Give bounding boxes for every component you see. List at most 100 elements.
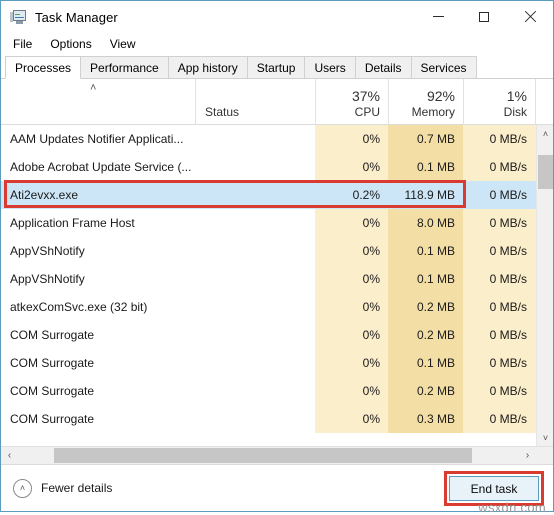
menu-item-options[interactable]: Options [45, 35, 99, 53]
process-rows: AAM Updates Notifier Applicati... 0% 0.7 M… [1, 125, 536, 446]
process-status [195, 321, 315, 349]
column-header-memory[interactable]: 92% Memory [388, 79, 463, 124]
process-status [195, 265, 315, 293]
scroll-right-icon[interactable]: › [519, 447, 536, 464]
process-cpu: 0% [315, 209, 388, 237]
tab-details[interactable]: Details [354, 56, 412, 78]
maximize-icon [479, 11, 489, 22]
process-name: COM Surrogate [10, 328, 95, 342]
process-name: Ati2evxx.exe [10, 188, 79, 202]
process-cpu: 0% [315, 153, 388, 181]
table-row[interactable]: COM Surrogate 0% 0.2 MB 0 MB/s [1, 321, 536, 349]
process-status [195, 405, 315, 433]
scroll-left-icon[interactable]: ‹ [1, 447, 18, 464]
vertical-scrollbar[interactable]: ˄ ˅ [536, 125, 553, 446]
process-status [195, 125, 315, 153]
table-row[interactable]: Adobe Acrobat Update Service (... 0% 0.1 M… [1, 153, 536, 181]
process-memory: 0.3 MB [388, 405, 463, 433]
table-row[interactable]: COM Surrogate 0% 0.1 MB 0 MB/s [1, 349, 536, 377]
rows-container: AAM Updates Notifier Applicati... 0% 0.7 M… [1, 125, 553, 446]
table-row[interactable]: Ati2evxx.exe 0.2% 118.9 MB 0 MB/s [1, 181, 536, 209]
process-cpu: 0% [315, 265, 388, 293]
process-status [195, 153, 315, 181]
process-disk: 0 MB/s [463, 321, 535, 349]
process-memory: 0.2 MB [388, 321, 463, 349]
watermark: wsxdn.com [478, 500, 546, 515]
horizontal-scrollbar[interactable]: ‹ › [1, 446, 553, 464]
minimize-button[interactable] [415, 1, 461, 32]
table-row[interactable]: AAM Updates Notifier Applicati... 0% 0.7 M… [1, 125, 536, 153]
task-manager-window: Task Manager File Options View Processes… [0, 0, 554, 515]
process-status [195, 293, 315, 321]
chevron-up-circle-icon: ˄ [13, 478, 32, 498]
tab-performance[interactable]: Performance [80, 56, 169, 78]
vertical-scrollbar-thumb[interactable] [538, 155, 553, 189]
tab-processes[interactable]: Processes [5, 56, 82, 79]
tab-bar: Processes Performance App history Startu… [1, 55, 553, 79]
process-list-area: ˄ Status 37% CPU 92% Memory 1% Disk AAM … [1, 79, 553, 464]
footer-bar: ˄ Fewer details End task wsxdn.com [1, 464, 553, 515]
process-disk: 0 MB/s [463, 377, 535, 405]
table-row[interactable]: AppVShNotify 0% 0.1 MB 0 MB/s [1, 237, 536, 265]
close-button[interactable] [507, 1, 553, 32]
process-name: AAM Updates Notifier Applicati... [10, 132, 184, 146]
menu-item-file[interactable]: File [8, 35, 40, 53]
scrollbar-corner [536, 447, 553, 464]
process-disk: 0 MB/s [463, 349, 535, 377]
end-task-button[interactable]: End task [449, 476, 539, 501]
minimize-icon [432, 16, 444, 17]
column-header-status[interactable]: Status [195, 79, 315, 124]
process-disk: 0 MB/s [463, 265, 535, 293]
window-controls [415, 1, 553, 32]
column-header-cpu[interactable]: 37% CPU [315, 79, 388, 124]
process-memory: 0.2 MB [388, 293, 463, 321]
process-memory: 0.7 MB [388, 125, 463, 153]
process-disk: 0 MB/s [463, 125, 535, 153]
fewer-details-button[interactable]: ˄ Fewer details [13, 478, 113, 498]
process-name: AppVShNotify [10, 244, 85, 258]
process-cpu: 0% [315, 405, 388, 433]
tab-app-history[interactable]: App history [167, 56, 248, 78]
scroll-up-icon[interactable]: ˄ [537, 125, 553, 142]
table-row[interactable]: AppVShNotify 0% 0.1 MB 0 MB/s [1, 265, 536, 293]
process-name: atkexComSvc.exe (32 bit) [10, 300, 148, 314]
column-header-disk-label: Disk [503, 105, 527, 119]
process-name: Application Frame Host [10, 216, 135, 230]
table-row[interactable]: COM Surrogate 0% 0.2 MB 0 MB/s [1, 377, 536, 405]
process-status [195, 377, 315, 405]
tab-users[interactable]: Users [304, 56, 356, 78]
process-cpu: 0% [315, 377, 388, 405]
table-row[interactable]: COM Surrogate 0% 0.3 MB 0 MB/s [1, 405, 536, 433]
process-memory: 0.1 MB [388, 237, 463, 265]
column-header-name[interactable]: ˄ [1, 79, 195, 124]
scroll-down-icon[interactable]: ˅ [537, 429, 553, 446]
table-row[interactable]: atkexComSvc.exe (32 bit) 0% 0.2 MB 0 MB/s [1, 293, 536, 321]
process-memory: 0.1 MB [388, 153, 463, 181]
window-title: Task Manager [35, 9, 118, 25]
fewer-details-label: Fewer details [41, 481, 113, 495]
column-header-disk[interactable]: 1% Disk [463, 79, 535, 124]
cpu-usage-percent: 37% [351, 88, 380, 104]
process-cpu: 0.2% [315, 181, 388, 209]
process-disk: 0 MB/s [463, 209, 535, 237]
process-memory: 0.1 MB [388, 349, 463, 377]
tab-services[interactable]: Services [410, 56, 477, 78]
process-disk: 0 MB/s [463, 181, 535, 209]
column-header-cpu-label: CPU [354, 105, 380, 119]
process-name: COM Surrogate [10, 412, 95, 426]
process-memory: 118.9 MB [388, 181, 463, 209]
process-disk: 0 MB/s [463, 405, 535, 433]
process-memory: 0.1 MB [388, 265, 463, 293]
maximize-button[interactable] [461, 1, 507, 32]
column-header-status-label: Status [205, 105, 240, 119]
horizontal-scrollbar-thumb[interactable] [54, 448, 472, 463]
menu-bar: File Options View [1, 33, 553, 55]
table-row[interactable]: Application Frame Host 0% 8.0 MB 0 MB/s [1, 209, 536, 237]
menu-item-view[interactable]: View [105, 35, 144, 53]
process-name: Adobe Acrobat Update Service (... [10, 160, 192, 174]
column-header-row: ˄ Status 37% CPU 92% Memory 1% Disk [1, 79, 553, 125]
process-disk: 0 MB/s [463, 293, 535, 321]
tab-startup[interactable]: Startup [246, 56, 306, 78]
title-bar[interactable]: Task Manager [1, 1, 553, 33]
disk-usage-percent: 1% [506, 88, 527, 104]
